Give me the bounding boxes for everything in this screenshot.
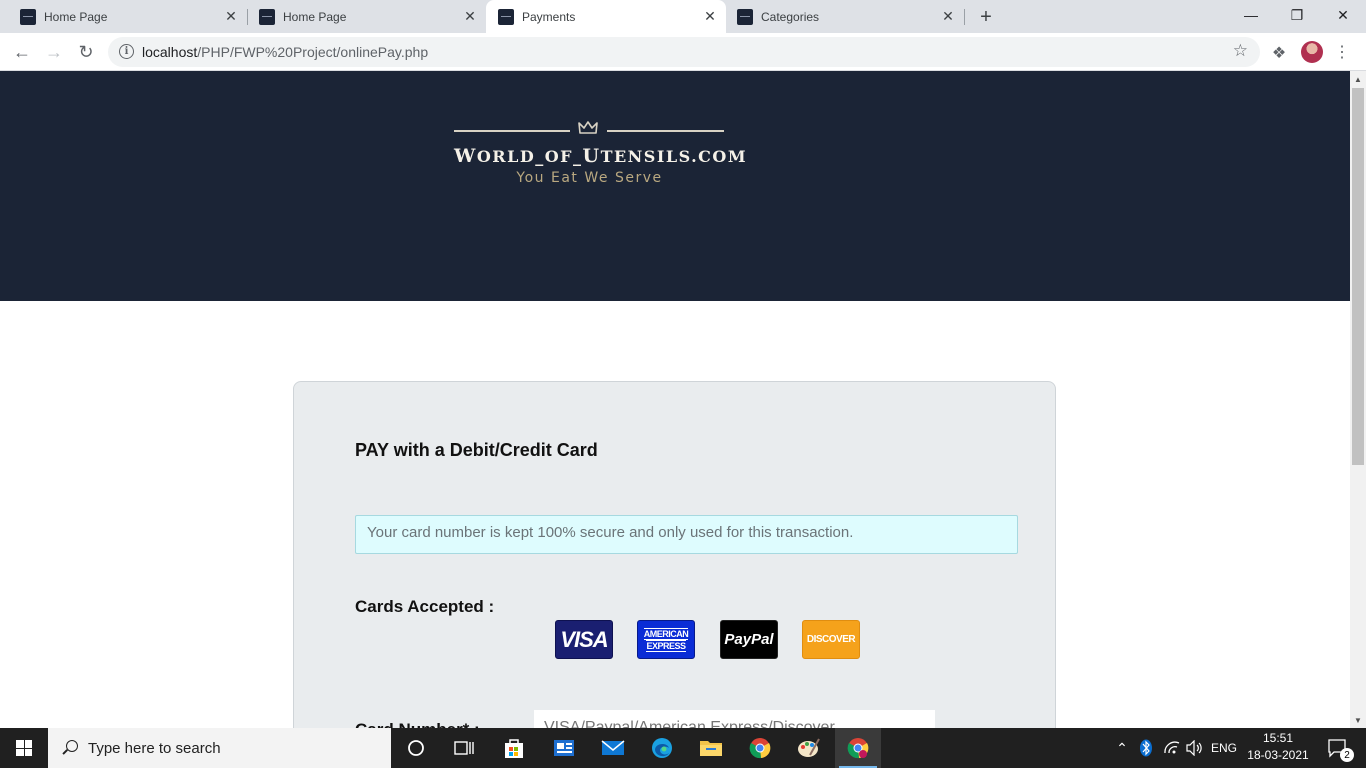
language-indicator[interactable]: ENG — [1208, 728, 1240, 768]
minimize-button[interactable]: — — [1228, 0, 1274, 30]
payment-title: PAY with a Debit/Credit Card — [355, 440, 598, 460]
bookmark-star-icon[interactable]: ☆ — [1233, 41, 1248, 61]
tab-payments[interactable]: Payments ✕ — [486, 0, 726, 33]
notification-badge: 2 — [1340, 748, 1354, 762]
tab-home-page-1[interactable]: Home Page ✕ — [0, 0, 247, 33]
url-text[interactable]: localhost/PHP/FWP%20Project/onlinePay.ph… — [142, 44, 428, 60]
address-bar[interactable]: i localhost/PHP/FWP%20Project/onlinePay.… — [108, 37, 1260, 67]
scroll-down-arrow-icon[interactable]: ▼ — [1350, 712, 1366, 728]
cards-accepted-label: Cards Accepted : — [355, 597, 495, 616]
reload-icon[interactable]: ↻ — [72, 38, 100, 66]
restore-button[interactable]: ❐ — [1274, 0, 1320, 30]
site-brand-name[interactable]: WORLD_OF_UTENSILS.COM — [454, 145, 746, 167]
tab-separator — [964, 9, 965, 25]
page-scrollbar[interactable]: ▲ ▼ — [1350, 71, 1366, 728]
cortana-icon[interactable] — [393, 728, 439, 768]
profile-avatar[interactable] — [1301, 41, 1323, 63]
windows-logo-icon — [16, 740, 32, 756]
new-tab-button[interactable]: + — [975, 6, 997, 28]
chrome-icon[interactable] — [737, 728, 783, 768]
page-viewport: WORLD_OF_UTENSILS.COM You Eat We Serve P… — [0, 71, 1350, 728]
tab-close-icon[interactable]: ✕ — [940, 8, 956, 25]
tab-close-icon[interactable]: ✕ — [462, 8, 478, 25]
tab-title: Home Page — [283, 9, 347, 24]
tab-title: Categories — [761, 9, 820, 24]
task-view-icon[interactable] — [441, 728, 487, 768]
scrollbar-thumb[interactable] — [1352, 88, 1364, 465]
amex-line1: AMERICAN — [643, 627, 689, 640]
site-info-icon[interactable]: i — [119, 44, 134, 59]
site-header-banner: WORLD_OF_UTENSILS.COM You Eat We Serve — [0, 71, 1350, 301]
system-clock[interactable]: 15:51 18-03-2021 — [1245, 730, 1311, 764]
browser-menu-icon[interactable]: ⋮ — [1334, 40, 1350, 64]
chrome-active-window-icon[interactable] — [835, 728, 881, 768]
paypal-logo: PayPal — [720, 620, 778, 659]
start-button[interactable] — [0, 728, 48, 768]
tab-title: Payments — [522, 9, 576, 24]
discover-logo: DISCOVER — [802, 620, 860, 659]
visa-logo: VISA — [555, 620, 613, 659]
windows-taskbar: Type here to search ⌃ ENG 15:51 18-03-20… — [0, 728, 1366, 768]
clock-time: 15:51 — [1262, 731, 1294, 745]
tab-close-icon[interactable]: ✕ — [702, 8, 718, 25]
chevron-up-icon[interactable]: ⌃ — [1112, 728, 1132, 768]
site-favicon-icon — [737, 8, 753, 25]
store-icon[interactable] — [491, 728, 537, 768]
action-center-icon[interactable]: 2 — [1318, 728, 1358, 768]
news-app-icon[interactable] — [541, 728, 587, 768]
edge-browser-icon[interactable] — [639, 728, 685, 768]
site-tagline: You Eat We Serve — [516, 170, 663, 186]
volume-icon[interactable] — [1184, 728, 1206, 768]
payment-card-panel: PAY with a Debit/Credit Card Your card n… — [293, 381, 1056, 728]
crown-icon — [578, 121, 598, 134]
mail-icon[interactable] — [590, 728, 636, 768]
amex-logo: AMERICAN EXPRESS — [637, 620, 695, 659]
tab-title: Home Page — [44, 9, 108, 24]
site-favicon-icon — [259, 8, 275, 25]
taskbar-search-box[interactable]: Type here to search — [48, 728, 391, 768]
logo-divider-left — [454, 130, 570, 132]
site-favicon-icon — [20, 8, 36, 25]
wifi-icon[interactable] — [1161, 728, 1183, 768]
file-explorer-icon[interactable] — [688, 728, 734, 768]
card-number-label: Card Number* : — [355, 720, 480, 728]
site-favicon-icon — [498, 8, 514, 25]
card-number-input[interactable] — [534, 710, 935, 728]
security-notice: Your card number is kept 100% secure and… — [355, 515, 1018, 554]
search-icon — [62, 740, 78, 756]
amex-line2: EXPRESS — [646, 639, 686, 652]
extensions-puzzle-icon[interactable]: ❖ — [1268, 42, 1290, 64]
tab-home-page-2[interactable]: Home Page ✕ — [239, 0, 486, 33]
tab-categories[interactable]: Categories ✕ — [717, 0, 964, 33]
paint-app-icon[interactable] — [786, 728, 832, 768]
logo-divider-right — [607, 130, 724, 132]
clock-date: 18-03-2021 — [1247, 748, 1309, 762]
bluetooth-icon[interactable] — [1137, 728, 1155, 768]
browser-tab-strip: Home Page ✕ Home Page ✕ Payments ✕ Categ… — [0, 0, 1366, 33]
forward-arrow-icon[interactable]: → — [40, 38, 68, 66]
search-placeholder: Type here to search — [88, 739, 221, 757]
back-arrow-icon[interactable]: ← — [8, 38, 36, 66]
window-close-button[interactable]: ✕ — [1320, 0, 1366, 30]
url-host: localhost — [142, 44, 198, 60]
url-path: /PHP/FWP%20Project/onlinePay.php — [197, 44, 429, 60]
scroll-up-arrow-icon[interactable]: ▲ — [1350, 71, 1366, 87]
tab-close-icon[interactable]: ✕ — [223, 8, 239, 25]
browser-toolbar: ← → ↻ i localhost/PHP/FWP%20Project/onli… — [0, 33, 1366, 71]
